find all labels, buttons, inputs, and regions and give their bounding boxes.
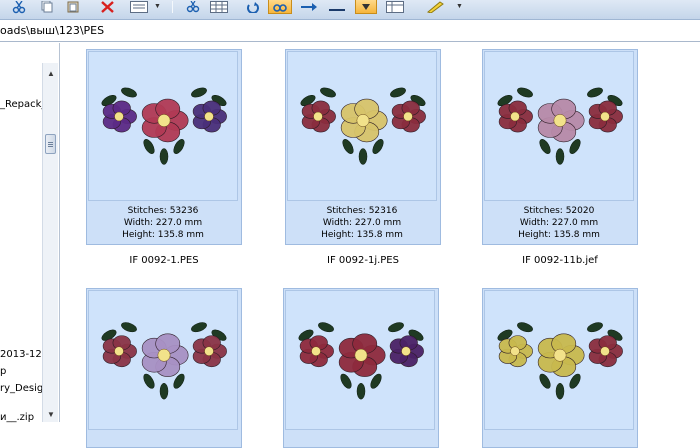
flower-center (537, 333, 585, 377)
tree-item[interactable]: p (0, 366, 6, 377)
scroll-up-arrow[interactable]: ▲ (43, 67, 59, 81)
leaf-shape (191, 87, 207, 98)
address-bar[interactable]: oads\выш\123\PES (0, 20, 700, 42)
leaf-shape (517, 87, 533, 98)
leaf-shape (320, 87, 336, 98)
embroidery-preview[interactable] (285, 290, 435, 430)
flower-left (301, 100, 336, 133)
arrow-icon[interactable] (298, 0, 320, 14)
flower-center (338, 333, 386, 377)
thumbnail-info: Stitches: 53236 Width: 227.0 mm Height: … (86, 205, 240, 241)
leaf-shape (340, 373, 352, 389)
width-label: Width: 227.0 mm (519, 218, 599, 228)
leaf-shape (121, 322, 137, 333)
flower-center (141, 333, 189, 377)
tree-scrollbar[interactable]: ▲ ▼ (42, 63, 58, 422)
flower-left (102, 100, 137, 133)
flower-left (498, 100, 533, 133)
leaf-shape (555, 148, 565, 165)
leaf-shape (121, 87, 137, 98)
address-path[interactable]: oads\выш\123\PES (0, 24, 104, 37)
flower-left (498, 335, 533, 368)
line-icon[interactable] (326, 0, 348, 14)
thumbnail-grid: Stitches: 53236 Width: 227.0 mm Height: … (61, 43, 700, 448)
view-icon[interactable] (128, 0, 150, 14)
toolbar: ▼ ▼ (0, 0, 700, 20)
height-label: Height: 135.8 mm (518, 230, 600, 240)
embroidery-preview[interactable] (484, 290, 634, 430)
width-label: Width: 227.0 mm (123, 218, 203, 228)
thumbnail-info: Stitches: 52316 Width: 227.0 mm Height: … (285, 205, 439, 241)
thumbnail-info: Stitches: 52020 Width: 227.0 mm Height: … (482, 205, 636, 241)
stitches-label: Stitches: 53236 (127, 206, 199, 216)
tree-item[interactable]: _Repack_ (0, 99, 46, 110)
dropdown-icon[interactable] (355, 0, 377, 14)
toolbar-separator (172, 1, 173, 13)
leaf-shape (555, 382, 565, 400)
height-label: Height: 135.8 mm (321, 230, 403, 240)
leaf-shape (318, 322, 334, 333)
leaf-shape (342, 139, 354, 154)
table-icon[interactable] (384, 0, 406, 14)
flower-center (340, 98, 388, 143)
flower-left (299, 335, 334, 368)
paste-icon[interactable] (64, 0, 82, 14)
width-label: Width: 227.0 mm (322, 218, 402, 228)
leaf-shape (191, 322, 207, 333)
rotate-icon[interactable] (244, 0, 262, 14)
tree-item[interactable]: ry_Desig (0, 383, 43, 394)
leaf-shape (517, 322, 533, 333)
embroidery-preview[interactable] (88, 290, 238, 430)
pencil-dropdown-arrow[interactable]: ▼ (456, 3, 463, 10)
embroidery-preview[interactable] (287, 51, 437, 201)
leaf-shape (388, 322, 404, 333)
leaf-shape (159, 148, 169, 165)
tree-item[interactable]: и__.zip (0, 412, 34, 423)
cut-icon[interactable] (10, 0, 28, 14)
flower-center (537, 98, 585, 143)
flower-center (141, 98, 189, 143)
leaf-shape (587, 87, 603, 98)
copy-icon[interactable] (38, 0, 56, 14)
leaf-shape (143, 373, 155, 389)
folder-tree-pane: _Repack_ 2013-12-1 p ry_Desig и__.zip ▲ … (0, 43, 60, 423)
leaf-shape (143, 139, 155, 154)
pencil-icon[interactable] (424, 0, 446, 14)
leaf-shape (587, 322, 603, 333)
height-label: Height: 135.8 mm (122, 230, 204, 240)
embroidery-preview[interactable] (88, 51, 238, 201)
delete-icon[interactable] (98, 0, 116, 14)
embroidery-preview[interactable] (484, 51, 634, 201)
file-name[interactable]: IF 0092-11b.jef (482, 255, 638, 266)
scroll-down-arrow[interactable]: ▼ (43, 408, 59, 422)
grid-icon[interactable] (208, 0, 230, 14)
file-name[interactable]: IF 0092-1j.PES (285, 255, 441, 266)
file-name[interactable]: IF 0092-1.PES (86, 255, 242, 266)
leaf-shape (159, 382, 169, 400)
flower-left (102, 335, 137, 368)
view-dropdown-arrow[interactable]: ▼ (154, 3, 161, 10)
link-icon[interactable] (268, 0, 292, 14)
leaf-shape (539, 373, 551, 389)
leaf-shape (539, 139, 551, 154)
leaf-shape (358, 148, 368, 165)
scroll-thumb[interactable] (45, 134, 56, 154)
stitches-label: Stitches: 52020 (523, 206, 595, 216)
leaf-shape (390, 87, 406, 98)
leaf-shape (356, 382, 366, 400)
tools-icon[interactable] (184, 0, 202, 14)
stitches-label: Stitches: 52316 (326, 206, 398, 216)
